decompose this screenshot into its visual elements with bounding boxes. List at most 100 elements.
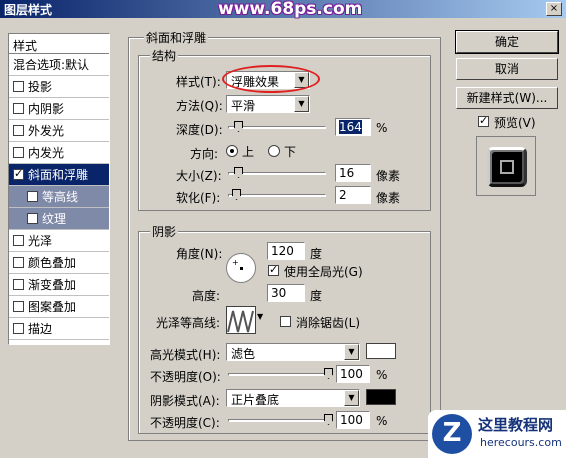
slider-track [228,194,326,197]
soften-value: 2 [339,188,347,202]
style-item-inner-glow[interactable]: 内发光 [9,142,109,164]
style-item-label: 内发光 [28,146,65,160]
style-item-label: 斜面和浮雕 [28,168,89,182]
checkbox-icon[interactable] [13,279,24,290]
preview-checkbox[interactable] [478,114,489,127]
blend-options-item[interactable]: 混合选项:默认 [9,54,109,76]
slider-thumb[interactable] [324,368,333,379]
style-item-outer-glow[interactable]: 外发光 [9,120,109,142]
global-light-checkbox[interactable] [268,263,279,276]
style-item-label: 等高线 [42,190,79,204]
shadow-opacity-unit: % [376,414,388,428]
slider-thumb[interactable] [232,189,241,200]
depth-label: 深度(D): [176,123,223,137]
style-item-gradient-overlay[interactable]: 渐变叠加 [9,274,109,296]
highlight-opacity-value: 100 [340,367,363,381]
preview-label: 预览(V) [494,116,536,130]
angle-label: 角度(N): [176,247,223,261]
slider-thumb[interactable] [234,121,243,132]
styles-header[interactable]: 样式 [9,34,109,54]
checkbox-icon[interactable] [13,257,24,268]
depth-slider[interactable] [228,121,326,133]
direction-down-label: 下 [284,145,297,159]
site-logo: Z 这里教程网 herecours.com [428,410,566,458]
chevron-down-icon: ▼ [294,96,309,112]
checkbox-checked-icon[interactable] [13,167,24,180]
style-preview-thumbnail [476,136,536,196]
angle-input[interactable]: 120 [267,242,305,260]
shading-title: 阴影 [150,223,179,240]
soften-input[interactable]: 2 [335,186,371,204]
altitude-input[interactable]: 30 [267,284,305,302]
technique-label: 方法(Q): [176,99,223,113]
chevron-down-icon[interactable]: ▼ [257,312,263,321]
style-item-bevel-emboss[interactable]: 斜面和浮雕 [9,164,109,186]
highlight-opacity-input[interactable]: 100 [336,365,370,383]
slider-thumb[interactable] [324,414,333,425]
soften-slider[interactable] [228,189,326,201]
checkbox-icon[interactable] [13,301,24,312]
checkbox-icon[interactable] [27,191,38,202]
antialias-checkbox[interactable] [280,316,291,327]
style-item-label: 投影 [28,80,53,94]
size-unit: 像素 [376,169,401,183]
shadow-mode-label: 阴影模式(A): [150,394,220,408]
direction-up-radio[interactable] [226,145,238,157]
window-title: 图层样式 [4,3,53,17]
title-bar: 图层样式 www.68ps.com × [0,0,566,19]
logo-url: herecours.com [480,436,562,449]
highlight-mode-label: 高光模式(H): [150,348,221,362]
size-label: 大小(Z): [176,169,222,183]
style-item-pattern-overlay[interactable]: 图案叠加 [9,296,109,318]
slider-track [228,419,332,422]
highlight-opacity-slider[interactable] [228,368,333,380]
style-item-color-overlay[interactable]: 颜色叠加 [9,252,109,274]
size-slider[interactable] [228,167,326,179]
antialias-label: 消除锯齿(L) [296,316,361,330]
style-item-drop-shadow[interactable]: 投影 [9,76,109,98]
style-item-texture[interactable]: 纹理 [9,208,109,230]
close-button[interactable]: × [546,2,562,16]
chevron-down-icon: ▼ [344,344,359,360]
size-value: 16 [339,166,355,180]
slider-thumb[interactable] [234,167,243,178]
new-style-button[interactable]: 新建样式(W)... [456,87,558,109]
checkbox-icon[interactable] [13,125,24,136]
technique-select[interactable]: 平滑 ▼ [226,95,310,113]
angle-dial[interactable]: + [226,253,256,283]
shadow-color-swatch[interactable] [366,389,396,405]
style-item-satin[interactable]: 光泽 [9,230,109,252]
checkbox-icon[interactable] [27,213,38,224]
style-item-inner-shadow[interactable]: 内阴影 [9,98,109,120]
watermark: www.68ps.com [218,0,363,19]
shadow-opacity-input[interactable]: 100 [336,411,370,429]
structure-title: 结构 [150,47,179,64]
style-item-contour[interactable]: 等高线 [9,186,109,208]
size-input[interactable]: 16 [335,164,371,182]
checkbox-icon[interactable] [13,103,24,114]
angle-value: 120 [271,244,294,258]
blend-options-label: 混合选项:默认 [13,58,90,72]
checkbox-icon[interactable] [13,235,24,246]
highlight-opacity-unit: % [376,368,388,382]
style-item-stroke[interactable]: 描边 [9,318,109,340]
gloss-contour-picker[interactable] [226,306,256,334]
direction-label: 方向: [190,147,219,161]
cancel-button[interactable]: 取消 [456,58,558,80]
direction-down-radio[interactable] [268,145,280,157]
checkbox-icon[interactable] [13,81,24,92]
shadow-opacity-slider[interactable] [228,414,333,426]
checkbox-icon[interactable] [13,323,24,334]
altitude-unit: 度 [310,289,323,303]
ok-button[interactable]: 确定 [456,31,558,53]
gloss-contour-label: 光泽等高线: [156,316,221,330]
highlight-mode-select[interactable]: 滤色 ▼ [226,343,360,361]
style-item-label: 颜色叠加 [28,256,77,270]
highlight-mode-value: 滤色 [231,347,256,361]
style-item-label: 光泽 [28,234,53,248]
shadow-mode-select[interactable]: 正片叠底 ▼ [226,389,360,407]
checkbox-icon[interactable] [13,147,24,158]
logo-mark-icon: Z [432,414,472,454]
depth-input[interactable]: 164 [335,118,371,136]
highlight-color-swatch[interactable] [366,343,396,359]
